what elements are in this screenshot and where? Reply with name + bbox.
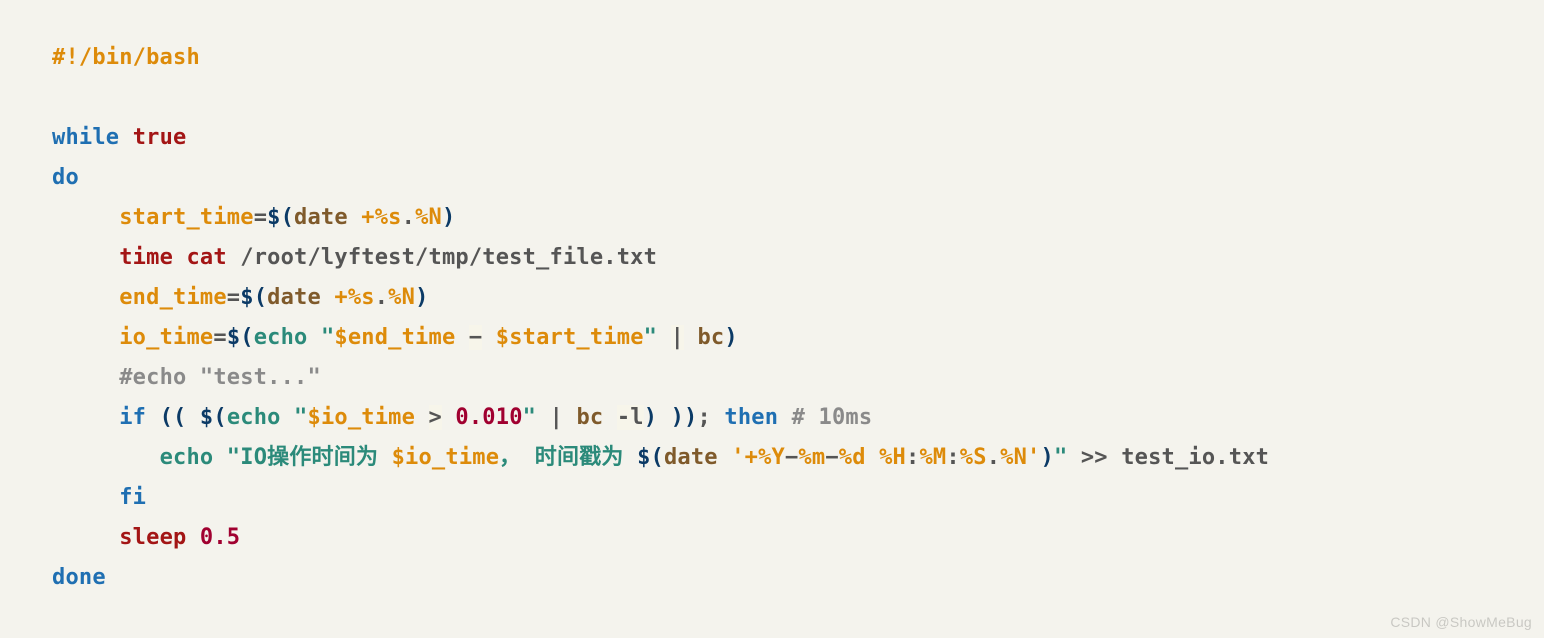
cmd-time: time	[119, 245, 173, 270]
cmd-bc: bc	[697, 325, 724, 350]
fmt-d: %d	[839, 445, 866, 470]
cmd-echo3: echo	[160, 445, 214, 470]
paren-close5: )	[1040, 445, 1053, 470]
cmd-echo2: echo	[227, 405, 281, 430]
var-end-time: end_time	[119, 285, 227, 310]
dparen-close: ))	[671, 405, 698, 430]
var-start-ref: $start_time	[496, 325, 644, 350]
kw-then: then	[724, 405, 778, 430]
op-redir: >>	[1081, 445, 1108, 470]
dquote-c3: "	[1054, 445, 1067, 470]
op-eq: =	[254, 205, 267, 230]
fmt-y: '+%Y	[731, 445, 785, 470]
fmt-dot: .	[402, 205, 415, 230]
dquote-o3: "	[227, 445, 240, 470]
dquote-c2: "	[523, 405, 536, 430]
c1: :	[906, 445, 919, 470]
dparen-open: ((	[160, 405, 187, 430]
d1: −	[785, 445, 798, 470]
fmt-Nq: %N'	[1000, 445, 1040, 470]
code-block: #!/bin/bash while true do start_time=$(d…	[0, 0, 1544, 598]
watermark: CSDN @ShowMeBug	[1390, 614, 1532, 630]
fmt-M: %M	[919, 445, 946, 470]
paren-close4: )	[644, 405, 657, 430]
fmt-m: %m	[798, 445, 825, 470]
op-eq2: =	[227, 285, 240, 310]
kw-true: true	[133, 125, 187, 150]
kw-while: while	[52, 125, 119, 150]
dquote-o2: "	[294, 405, 307, 430]
dollar-paren-open5: $(	[637, 445, 664, 470]
dquote-c1: "	[644, 325, 657, 350]
var-io-time: io_time	[119, 325, 213, 350]
cmd-date: date	[294, 205, 348, 230]
fmt-dot2: .	[375, 285, 388, 310]
fmt-pct-n: %N	[415, 205, 442, 230]
op-eq3: =	[213, 325, 226, 350]
op-gt: >	[429, 405, 442, 430]
c2: :	[946, 445, 959, 470]
cmd-cat: cat	[186, 245, 226, 270]
cmd-sleep: sleep	[119, 525, 186, 550]
var-io-ref2: $io_time	[392, 445, 500, 470]
op-pipe2: |	[550, 405, 563, 430]
comment-echo-test: #echo "test..."	[119, 365, 321, 390]
op-minus: −	[469, 325, 482, 350]
cmd-bc2: bc	[576, 405, 603, 430]
cmd-date2: date	[267, 285, 321, 310]
str-ts-prefix: 时间戳为	[521, 445, 637, 470]
op-pipe: |	[671, 325, 684, 350]
comma: ，	[499, 445, 521, 470]
dot3: .	[987, 445, 1000, 470]
fmt-H: %H	[879, 445, 906, 470]
num-sleep: 0.5	[200, 525, 240, 550]
fmt-pct-s: +%s	[361, 205, 401, 230]
semic: ;	[698, 405, 711, 430]
comment-10ms: # 10ms	[792, 405, 873, 430]
shebang: #!/bin/bash	[52, 45, 200, 70]
dollar-paren-open4: $(	[200, 405, 227, 430]
var-io-ref: $io_time	[308, 405, 416, 430]
dollar-paren-open2: $(	[240, 285, 267, 310]
paren-close3: )	[724, 325, 737, 350]
d2: −	[825, 445, 838, 470]
paren-close: )	[442, 205, 455, 230]
dquote-o1: "	[321, 325, 334, 350]
dollar-paren-open: $(	[267, 205, 294, 230]
kw-do: do	[52, 165, 79, 190]
bc-flag: -l	[617, 405, 644, 430]
str-io-prefix: IO操作时间为	[240, 445, 391, 470]
fmt-S: %S	[960, 445, 987, 470]
kw-fi: fi	[119, 485, 146, 510]
file-path: /root/lyftest/tmp/test_file.txt	[240, 245, 657, 270]
kw-done: done	[52, 565, 106, 590]
var-start-time: start_time	[119, 205, 253, 230]
num-threshold: 0.010	[455, 405, 522, 430]
fmt-pct-s2: +%s	[334, 285, 374, 310]
paren-close2: )	[415, 285, 428, 310]
fmt-pct-n2: %N	[388, 285, 415, 310]
cmd-date3: date	[664, 445, 718, 470]
var-end-ref: $end_time	[334, 325, 455, 350]
dollar-paren-open3: $(	[227, 325, 254, 350]
kw-if: if	[119, 405, 146, 430]
cmd-echo: echo	[254, 325, 308, 350]
out-file: test_io.txt	[1121, 445, 1269, 470]
